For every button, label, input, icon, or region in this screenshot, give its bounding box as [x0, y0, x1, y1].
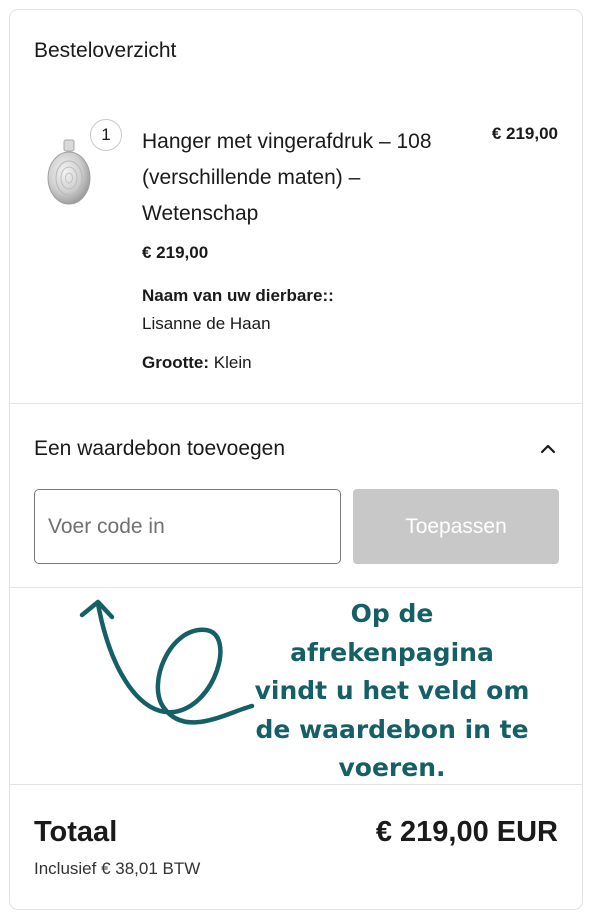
item-property-value: Lisanne de Haan [142, 314, 271, 333]
voucher-code-input[interactable] [34, 489, 341, 564]
voucher-toggle[interactable]: Een waardebon toevoegen [34, 434, 558, 464]
apply-voucher-button[interactable]: Toepassen [353, 489, 559, 564]
divider [10, 403, 582, 404]
total-label: Totaal [34, 816, 118, 848]
order-summary-card: Besteloverzicht 1 Hanger met vingerafdru… [9, 9, 583, 910]
chevron-up-icon[interactable] [538, 439, 558, 459]
annotation-line: afrekenpagina [290, 637, 494, 667]
item-size-value: Klein [213, 353, 252, 372]
divider [10, 784, 582, 785]
annotation-note: Op de afrekenpagina vindt u het veld om … [242, 595, 542, 788]
item-property-label: Naam van uw dierbare:: [142, 286, 334, 305]
tax-note: Inclusief € 38,01 BTW [34, 859, 201, 878]
item-name: Hanger met vingerafdruk – 108 (verschill… [142, 130, 432, 225]
annotation-line: vindt u het veld om [254, 676, 530, 705]
curly-arrow-icon [79, 599, 255, 725]
voucher-title: Een waardebon toevoegen [34, 437, 286, 460]
annotation-line: de waardebon in te [255, 714, 529, 744]
order-summary-title: Besteloverzicht [34, 39, 177, 62]
annotation-line: Op de [350, 599, 434, 628]
item-size-label: Grootte: [142, 353, 210, 372]
total-value: € 219,00 EUR [375, 816, 558, 848]
item-line-price: € 219,00 [491, 124, 558, 143]
item-size-line: Grootte: Klein [142, 353, 252, 373]
quantity-badge: 1 [90, 119, 122, 151]
annotation-line: voeren. [338, 753, 446, 782]
item-unit-price: € 219,00 [142, 243, 209, 262]
pendant-thumbnail [47, 139, 91, 205]
